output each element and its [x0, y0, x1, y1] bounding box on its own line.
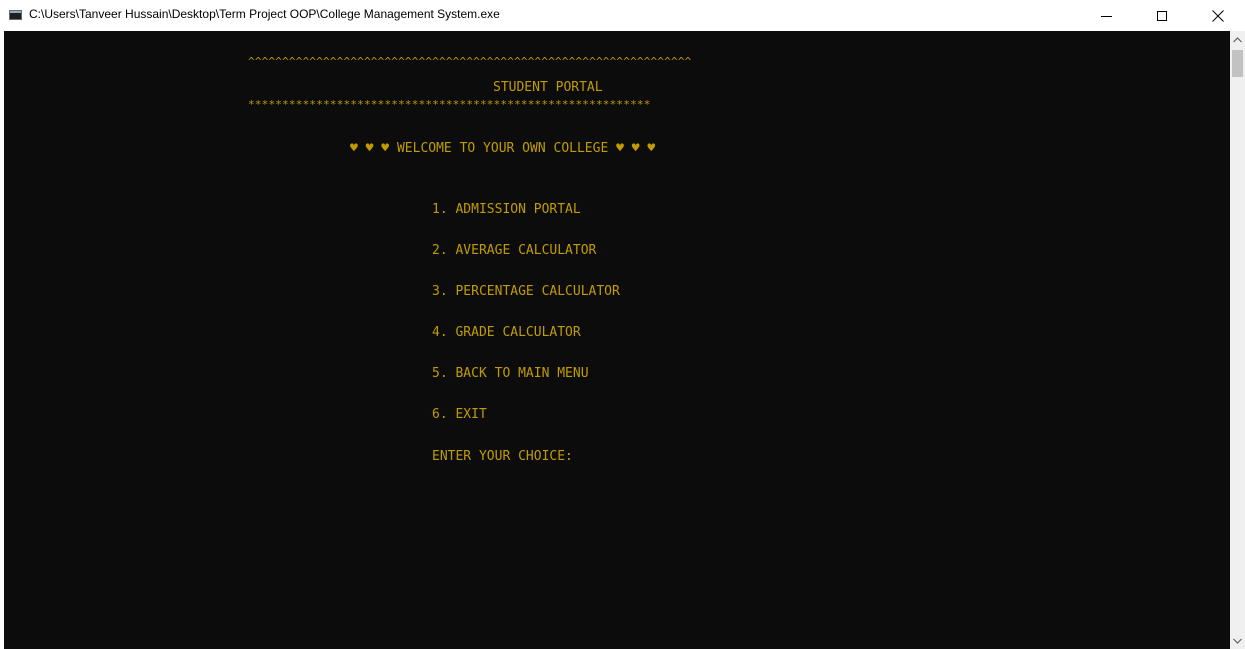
caret-border-line: ^^^^^^^^^^^^^^^^^^^^^^^^^^^^^^^^^^^^^^^^…: [248, 55, 692, 68]
close-icon: [1212, 9, 1224, 22]
menu-item-grade-calculator: 4. GRADE CALCULATOR: [432, 325, 581, 340]
minimize-icon: [1100, 15, 1112, 17]
star-border-line: ****************************************…: [248, 98, 651, 111]
scroll-up-arrow-icon: [1233, 36, 1242, 42]
scroll-down-arrow-icon: [1233, 638, 1242, 644]
welcome-message: ♥ ♥ ♥ WELCOME TO YOUR OWN COLLEGE ♥ ♥ ♥: [350, 141, 656, 156]
close-button[interactable]: [1195, 0, 1241, 31]
menu-item-average-calculator: 2. AVERAGE CALCULATOR: [432, 243, 597, 258]
scroll-up-button[interactable]: [1230, 31, 1245, 48]
menu-item-percentage-calculator: 3. PERCENTAGE CALCULATOR: [432, 284, 620, 299]
console-app-icon[interactable]: [9, 10, 22, 20]
scroll-thumb[interactable]: [1232, 50, 1243, 77]
menu-item-exit: 6. EXIT: [432, 407, 487, 422]
portal-title: STUDENT PORTAL: [493, 80, 603, 95]
vertical-scrollbar[interactable]: [1230, 31, 1245, 649]
menu-item-back-to-main-menu: 5. BACK TO MAIN MENU: [432, 366, 589, 381]
scroll-down-button[interactable]: [1230, 632, 1245, 649]
console-output[interactable]: ^^^^^^^^^^^^^^^^^^^^^^^^^^^^^^^^^^^^^^^^…: [4, 31, 1230, 649]
minimize-button[interactable]: [1083, 0, 1129, 31]
maximize-button[interactable]: [1139, 0, 1185, 31]
console-window: C:\Users\Tanveer Hussain\Desktop\Term Pr…: [0, 0, 1245, 649]
menu-item-admission-portal: 1. ADMISSION PORTAL: [432, 202, 581, 217]
title-bar[interactable]: C:\Users\Tanveer Hussain\Desktop\Term Pr…: [0, 0, 1245, 31]
maximize-icon: [1157, 10, 1167, 21]
choice-prompt[interactable]: ENTER YOUR CHOICE:: [432, 449, 573, 465]
window-title: C:\Users\Tanveer Hussain\Desktop\Term Pr…: [29, 7, 500, 21]
